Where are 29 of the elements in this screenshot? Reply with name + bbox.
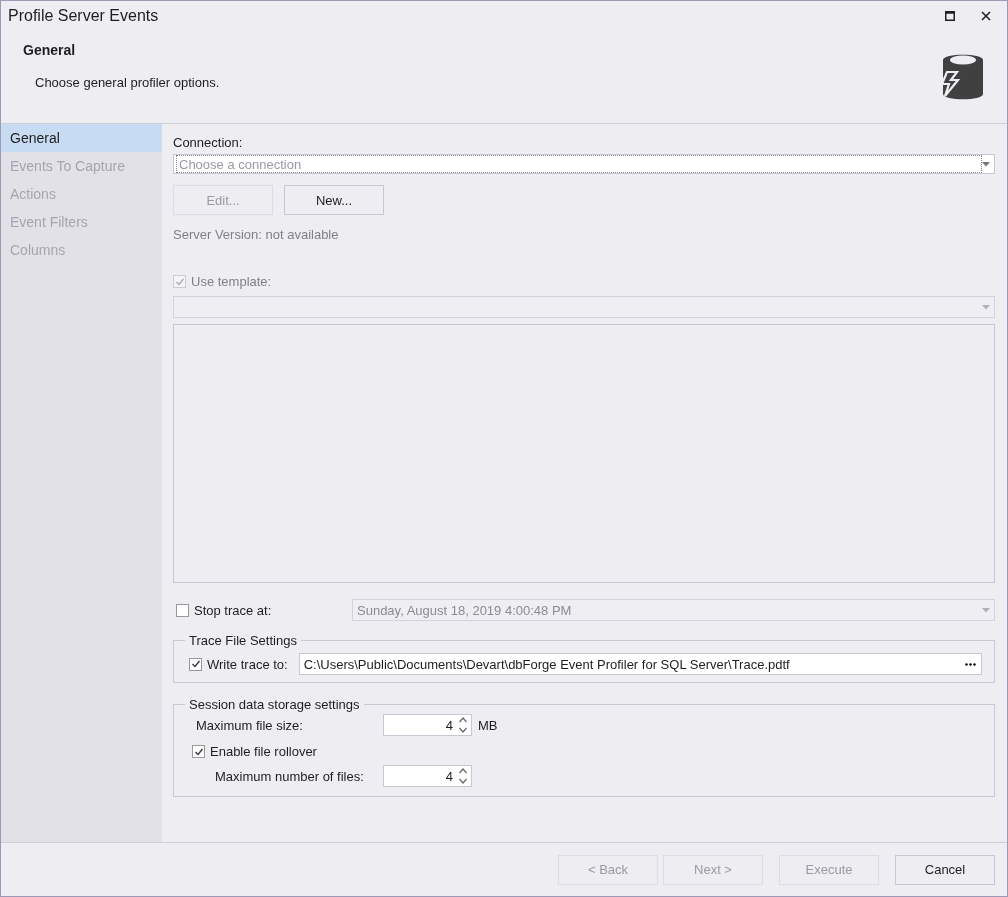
group-title: Trace File Settings bbox=[188, 633, 298, 648]
checkbox[interactable] bbox=[189, 657, 202, 671]
window-title: Profile Server Events bbox=[8, 7, 159, 25]
connection-button[interactable]: New... bbox=[284, 185, 384, 215]
stop-trace-label: Stop trace at: bbox=[194, 602, 272, 618]
checkbox[interactable] bbox=[176, 603, 189, 617]
use-template-label: Use template: bbox=[191, 274, 272, 289]
server-version-text: Server Version: not available bbox=[173, 227, 340, 242]
rollover-label: Enable file rollover bbox=[210, 744, 317, 759]
max-files-spinner[interactable]: 4 bbox=[383, 765, 472, 787]
page-subtitle: Choose general profiler options. bbox=[35, 75, 220, 90]
sidebar-item[interactable]: General bbox=[1, 124, 162, 152]
connection-dropdown[interactable]: Choose a connection bbox=[173, 154, 995, 174]
write-trace-label: Write trace to: bbox=[207, 656, 288, 672]
max-file-size-label: Maximum file size: bbox=[195, 717, 304, 733]
page-title: General bbox=[23, 42, 77, 58]
wizard-button[interactable]: Cancel bbox=[895, 854, 995, 885]
connection-label: Connection: bbox=[173, 135, 244, 150]
ellipsis-icon[interactable] bbox=[965, 662, 976, 666]
dropdown-arrow-icon[interactable] bbox=[982, 161, 990, 167]
max-file-size-spinner[interactable]: 4 bbox=[383, 714, 472, 736]
trace-path-field[interactable]: C:\Users\Public\Documents\Devart\dbForge Event Profiler for SQL Server\Trace.pdtf bbox=[298, 653, 982, 675]
max-files-label: Maximum number of files: bbox=[214, 768, 365, 784]
checkbox[interactable] bbox=[192, 745, 205, 758]
unit-label: MB bbox=[478, 717, 498, 733]
group-title: Session data storage settings bbox=[188, 697, 361, 712]
maximize-icon[interactable] bbox=[945, 11, 955, 21]
stop-date-dropdown[interactable]: Sunday, August 18, 2019 4:00:48 PM bbox=[352, 599, 995, 621]
close-icon[interactable] bbox=[981, 11, 991, 21]
